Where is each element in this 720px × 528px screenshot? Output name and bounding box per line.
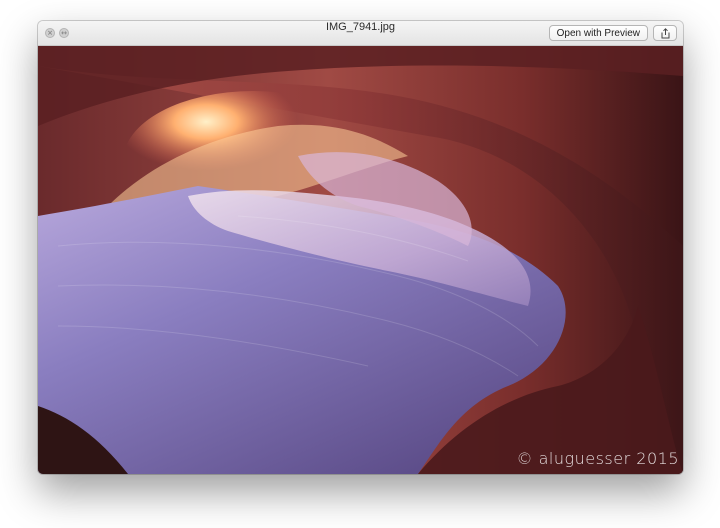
photo-preview: © aluguesser 2015: [38, 46, 683, 474]
share-icon: [661, 27, 669, 38]
copyright-watermark: © aluguesser 2015: [516, 449, 679, 468]
canyon-photo: [38, 46, 683, 474]
open-with-preview-button[interactable]: Open with Preview: [548, 25, 648, 41]
share-button[interactable]: [653, 25, 677, 41]
title-bar[interactable]: × ↔ IMG_7941.jpg Open with Preview: [38, 21, 683, 46]
quicklook-window: × ↔ IMG_7941.jpg Open with Preview © alu…: [38, 21, 683, 474]
